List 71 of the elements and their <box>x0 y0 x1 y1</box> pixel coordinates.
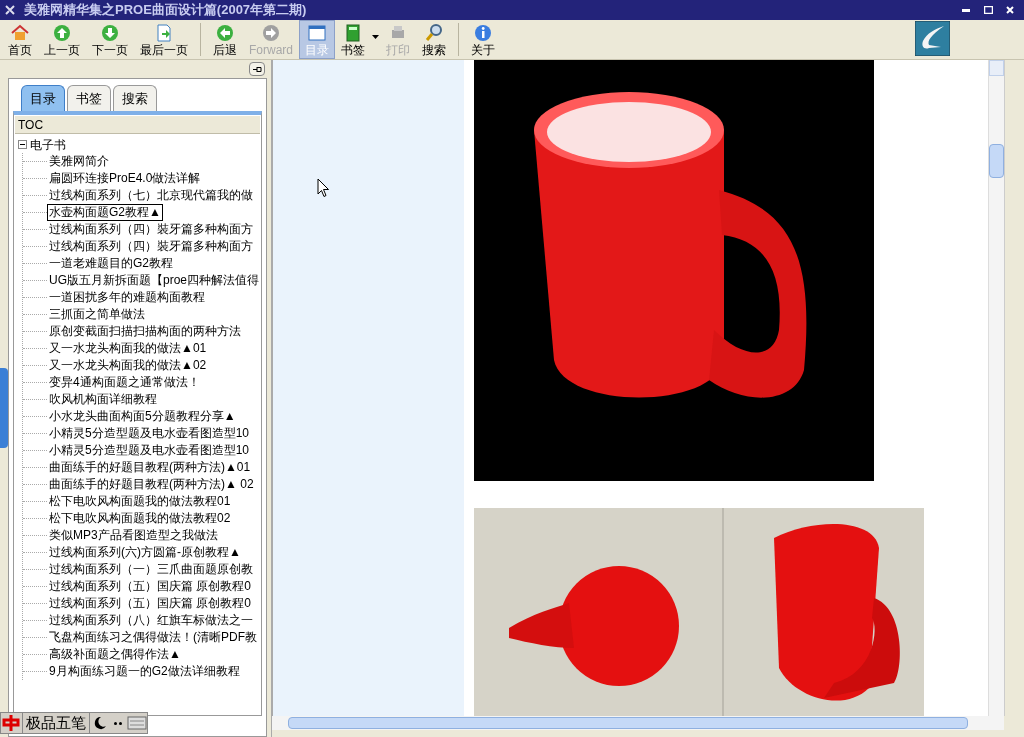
tree-item[interactable]: 变异4通构面题之通常做法！ <box>47 374 202 391</box>
window-icon <box>307 22 327 43</box>
tree-item[interactable]: UG版五月新拆面题【proe四种解法值得 <box>47 272 262 289</box>
tree-item[interactable]: 过线构面系列（四）裝牙篇多种构面方 <box>47 221 255 238</box>
minimize-icon <box>962 8 970 12</box>
scroll-up-button[interactable] <box>989 60 1004 76</box>
tree-item[interactable]: 小精灵5分造型题及电水壶看图造型10 <box>47 442 252 459</box>
maximize-icon <box>983 6 993 14</box>
app-icon <box>4 4 16 16</box>
toolbar-button[interactable]: 搜索 <box>416 20 452 59</box>
tree-item[interactable]: 原创变截面扫描扫描构面的两种方法 <box>47 323 243 340</box>
tree-item[interactable]: 又一水龙头构面我的做法▲02 <box>47 357 209 374</box>
sidebar-tab[interactable]: 目录 <box>21 85 65 111</box>
tree-item[interactable]: 小水龙头曲面构面5分题教程分享▲ <box>47 408 238 425</box>
tree-item[interactable]: 电子书 <box>30 135 66 154</box>
sidebar-tab[interactable]: 搜索 <box>113 85 157 111</box>
tree-item[interactable]: 曲面练手的好题目教程(两种方法)▲ 02 <box>47 476 256 493</box>
tree-item[interactable]: 水壶构面题G2教程▲ <box>47 204 163 221</box>
info-icon <box>473 22 493 43</box>
horizontal-scrollbar[interactable] <box>272 716 1004 730</box>
house-icon <box>10 22 30 43</box>
toolbar-button[interactable]: 上一页 <box>38 20 86 59</box>
tree-item[interactable]: 美雅网简介 <box>47 153 111 170</box>
collapse-toggle[interactable] <box>18 140 27 149</box>
book-icon <box>343 22 363 43</box>
tree-item[interactable]: 9月构面练习题一的G2做法详细教程 <box>47 663 242 680</box>
window-title: 美雅网精华集之PROE曲面设计篇(2007年第二期) <box>24 1 307 20</box>
tree-item[interactable]: 一道困扰多年的难题构面教程 <box>47 289 207 306</box>
pin-icon <box>252 65 262 73</box>
toolbar-button[interactable]: 关于 <box>465 20 501 59</box>
tree-item[interactable]: 过线构面系列（八）红旗车标做法之一 <box>47 612 255 629</box>
tree-item[interactable]: 高级补面题之偶得作法▲ <box>47 646 183 663</box>
tree-item[interactable]: 过线构面系列（五）国庆篇 原创教程0 <box>47 595 253 612</box>
search-icon <box>424 22 444 43</box>
sidebar-tab[interactable]: 书签 <box>67 85 111 111</box>
close-icon <box>1006 6 1014 14</box>
mouse-pointer-icon <box>317 178 330 198</box>
column-header: TOC <box>15 116 261 134</box>
bird-logo-icon <box>915 21 950 56</box>
tree-item[interactable]: 过线构面系列(六)方圆篇-原创教程▲ <box>47 544 243 561</box>
toolbar-button[interactable]: 首页 <box>2 20 38 59</box>
tree-item[interactable]: 三抓面之简单做法 <box>47 306 147 323</box>
tree-item[interactable]: 小精灵5分造型题及电水壶看图造型10 <box>47 425 252 442</box>
tree-item[interactable]: 飞盘构面练习之偶得做法！(清晰PDF教 <box>47 629 259 646</box>
tree-item[interactable]: 吹风机构面详细教程 <box>47 391 159 408</box>
scroll-thumb[interactable] <box>989 144 1004 178</box>
ime-name: 极品五笔 <box>22 713 90 733</box>
page-arrow-icon <box>154 22 174 43</box>
panel-splitter-handle[interactable] <box>0 367 8 448</box>
punctuation-icon <box>114 721 122 725</box>
toolbar-button[interactable]: 下一页 <box>86 20 134 59</box>
toolbar-button[interactable]: 最后一页 <box>134 20 194 59</box>
pin-button[interactable] <box>249 62 265 76</box>
tree-item[interactable]: 过线构面系列（一）三爪曲面题原创教 <box>47 561 255 578</box>
vertical-scrollbar[interactable] <box>988 60 1004 716</box>
tree-item[interactable]: 又一水龙头构面我的做法▲01 <box>47 340 209 357</box>
tree-item[interactable]: 过线构面系列（七）北京现代篇我的做 <box>47 187 255 204</box>
toolbar-button[interactable]: 后退 <box>207 20 243 59</box>
scroll-thumb[interactable] <box>288 717 968 729</box>
tree-item[interactable]: 一道老难题目的G2教程 <box>47 255 175 272</box>
minus-icon <box>20 144 25 145</box>
tree-item[interactable]: 松下电吹风构面题我的做法教程02 <box>47 510 233 527</box>
tree-item[interactable]: 曲面练手的好题目教程(两种方法)▲01 <box>47 459 253 476</box>
tree-item[interactable]: 过线构面系列（五）国庆篇 原创教程0 <box>47 578 253 595</box>
toolbar-button[interactable]: 书签 <box>335 20 371 59</box>
ime-logo-icon <box>1 713 21 733</box>
tree-item[interactable]: 扁圆环连接ProE4.0做法详解 <box>47 170 203 187</box>
tree-item[interactable]: 过线构面系列（四）裝牙篇多种构面方 <box>47 238 255 255</box>
caret-icon <box>372 35 379 39</box>
tree-item[interactable]: 类似MP3产品看图造型之我做法 <box>47 527 220 544</box>
tree-item[interactable]: 松下电吹风构面题我的做法教程01 <box>47 493 233 510</box>
